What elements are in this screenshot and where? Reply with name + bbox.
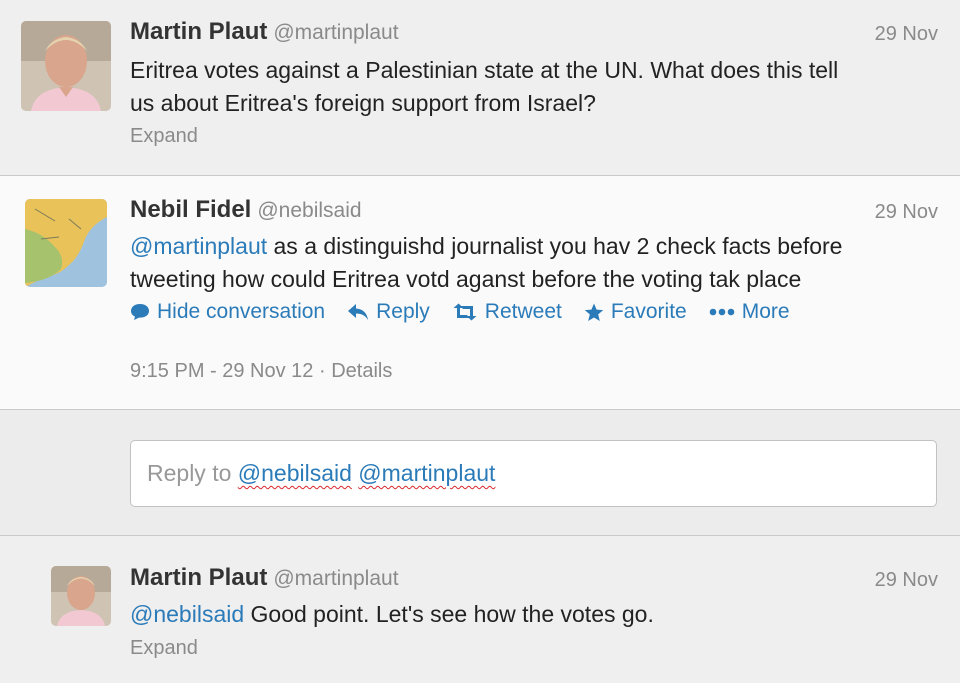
reply-arrow-icon	[347, 303, 369, 321]
author-handle[interactable]: @nebilsaid	[257, 199, 361, 222]
favorite-label: Favorite	[610, 300, 687, 323]
reply-mention-nebilsaid: @nebilsaid	[237, 460, 352, 486]
tweet-actions: Hide conversation Reply Retweet Favorite…	[130, 300, 812, 324]
author-name[interactable]: Martin Plaut @martinplaut	[130, 18, 399, 46]
expand-link[interactable]: Expand	[130, 125, 198, 148]
hide-conversation-button[interactable]: Hide conversation	[130, 300, 325, 324]
expand-link[interactable]: Expand	[130, 637, 198, 660]
tweet-martinplaut-1[interactable]: Martin Plaut @martinplaut 29 Nov Eritrea …	[0, 0, 960, 176]
tweet-text-line: us about Eritrea's foreign support from …	[130, 90, 596, 116]
more-label: More	[741, 300, 790, 323]
tweet-date[interactable]: 29 Nov	[875, 23, 938, 46]
tweet-text: Eritrea votes against a Palestinian stat…	[130, 54, 838, 120]
tweet-date[interactable]: 29 Nov	[875, 569, 938, 592]
mention-link[interactable]: @martinplaut	[130, 233, 267, 259]
avatar[interactable]	[21, 21, 111, 111]
tweet-text-line: tweeting how could Eritrea votd aganst b…	[130, 266, 802, 292]
retweet-icon	[452, 303, 478, 321]
star-icon	[584, 303, 604, 322]
reply-prefix: Reply to	[147, 460, 238, 486]
favorite-button[interactable]: Favorite	[584, 300, 687, 324]
avatar[interactable]	[51, 566, 111, 626]
mention-link[interactable]: @nebilsaid	[130, 601, 244, 627]
reply-button[interactable]: Reply	[347, 300, 430, 324]
author-name[interactable]: Martin Plaut @martinplaut	[130, 564, 399, 592]
author-name[interactable]: Nebil Fidel @nebilsaid	[130, 196, 362, 224]
reply-input[interactable]: Reply to @nebilsaid @martinplaut	[130, 440, 937, 507]
meta-separator: ·	[313, 360, 332, 382]
author-handle[interactable]: @martinplaut	[273, 567, 398, 590]
author-display-name[interactable]: Nebil Fidel	[130, 196, 251, 223]
hide-conversation-label: Hide conversation	[157, 300, 326, 323]
tweet-meta: 9:15 PM - 29 Nov 12 · Details	[130, 360, 392, 383]
more-dots-icon	[709, 308, 735, 316]
avatar[interactable]	[25, 199, 107, 287]
tweet-text-fragment: as a distinguishd journalist you hav 2 c…	[267, 233, 843, 259]
tweet-text-fragment: Good point. Let's see how the votes go.	[244, 601, 654, 627]
author-display-name[interactable]: Martin Plaut	[130, 564, 267, 591]
author-display-name[interactable]: Martin Plaut	[130, 18, 267, 45]
more-button[interactable]: More	[709, 300, 790, 324]
tweet-timestamp[interactable]: 9:15 PM - 29 Nov 12	[130, 360, 313, 382]
retweet-button[interactable]: Retweet	[452, 300, 562, 324]
retweet-label: Retweet	[484, 300, 562, 323]
tweet-text-line: @martinplaut as a distinguishd journalis…	[130, 230, 842, 263]
details-link[interactable]: Details	[331, 360, 392, 382]
tweet-text: @nebilsaid Good point. Let's see how the…	[130, 598, 654, 631]
speech-bubble-icon	[130, 303, 150, 321]
tweet-text: @martinplaut as a distinguishd journalis…	[130, 230, 842, 296]
reply-mention-martinplaut: @martinplaut	[358, 460, 496, 486]
tweet-text-line: Eritrea votes against a Palestinian stat…	[130, 57, 839, 83]
reply-label: Reply	[376, 300, 430, 323]
tweet-date[interactable]: 29 Nov	[875, 201, 938, 224]
author-handle[interactable]: @martinplaut	[273, 21, 398, 44]
